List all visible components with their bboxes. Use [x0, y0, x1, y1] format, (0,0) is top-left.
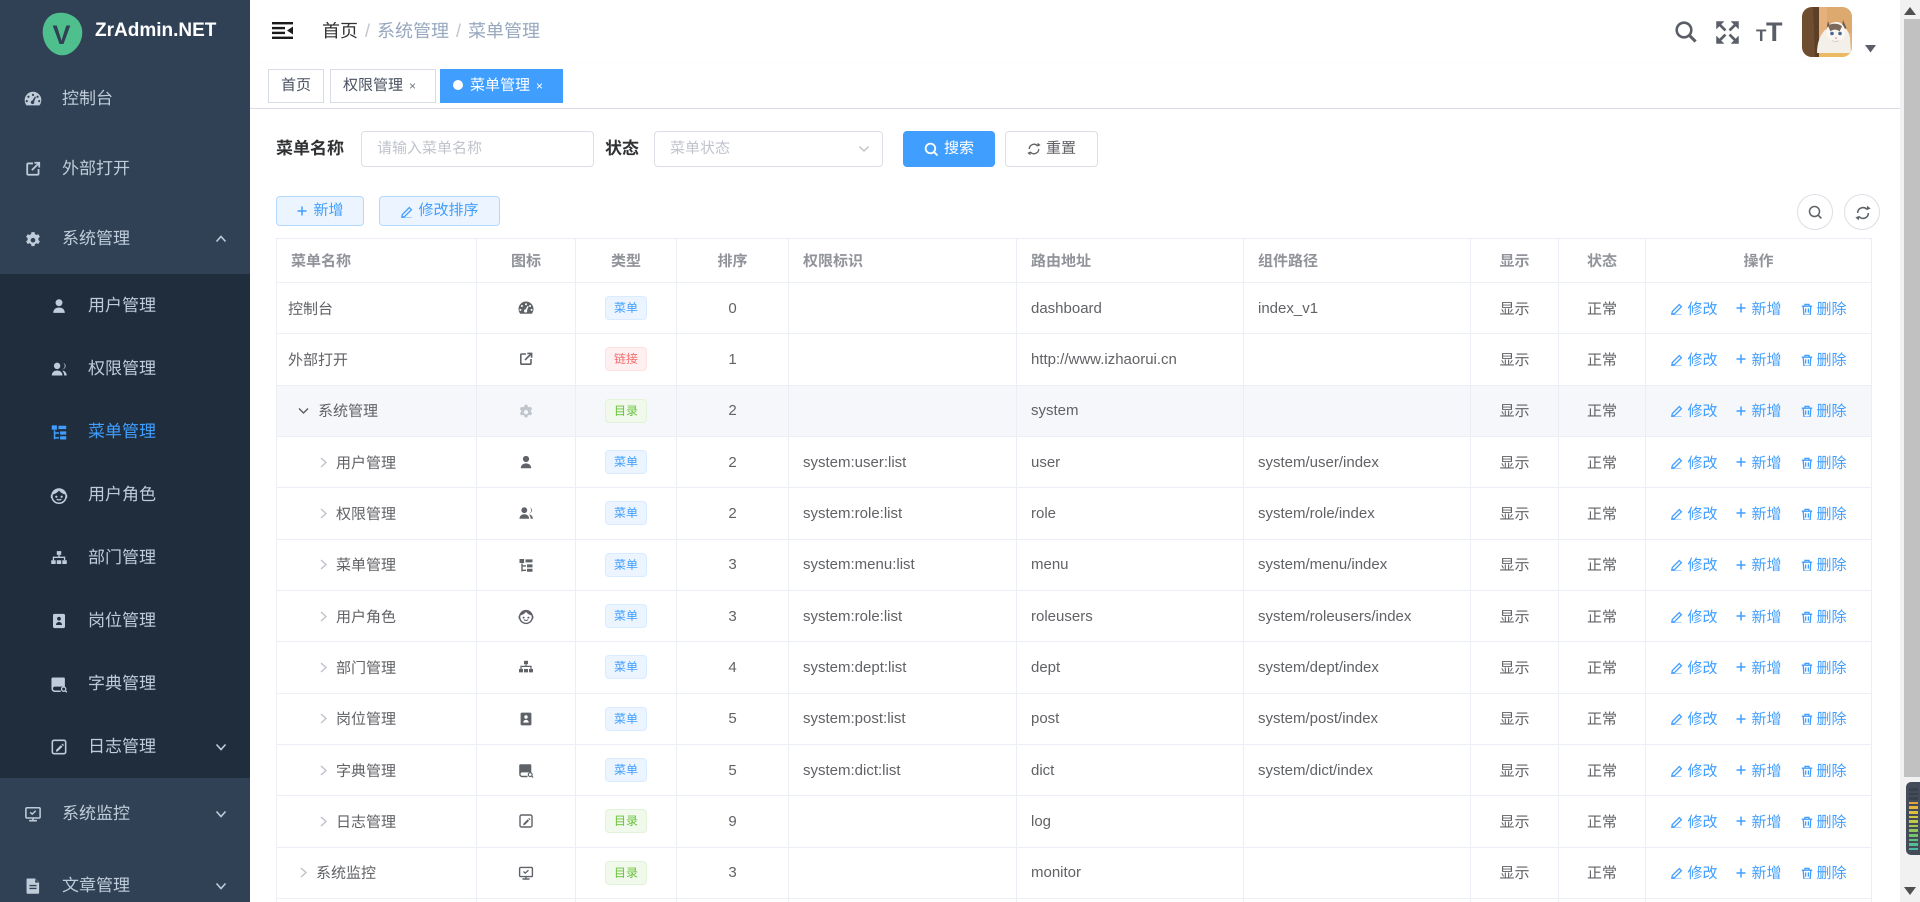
- svg-text:V: V: [52, 20, 70, 50]
- svg-text:T: T: [1766, 17, 1783, 47]
